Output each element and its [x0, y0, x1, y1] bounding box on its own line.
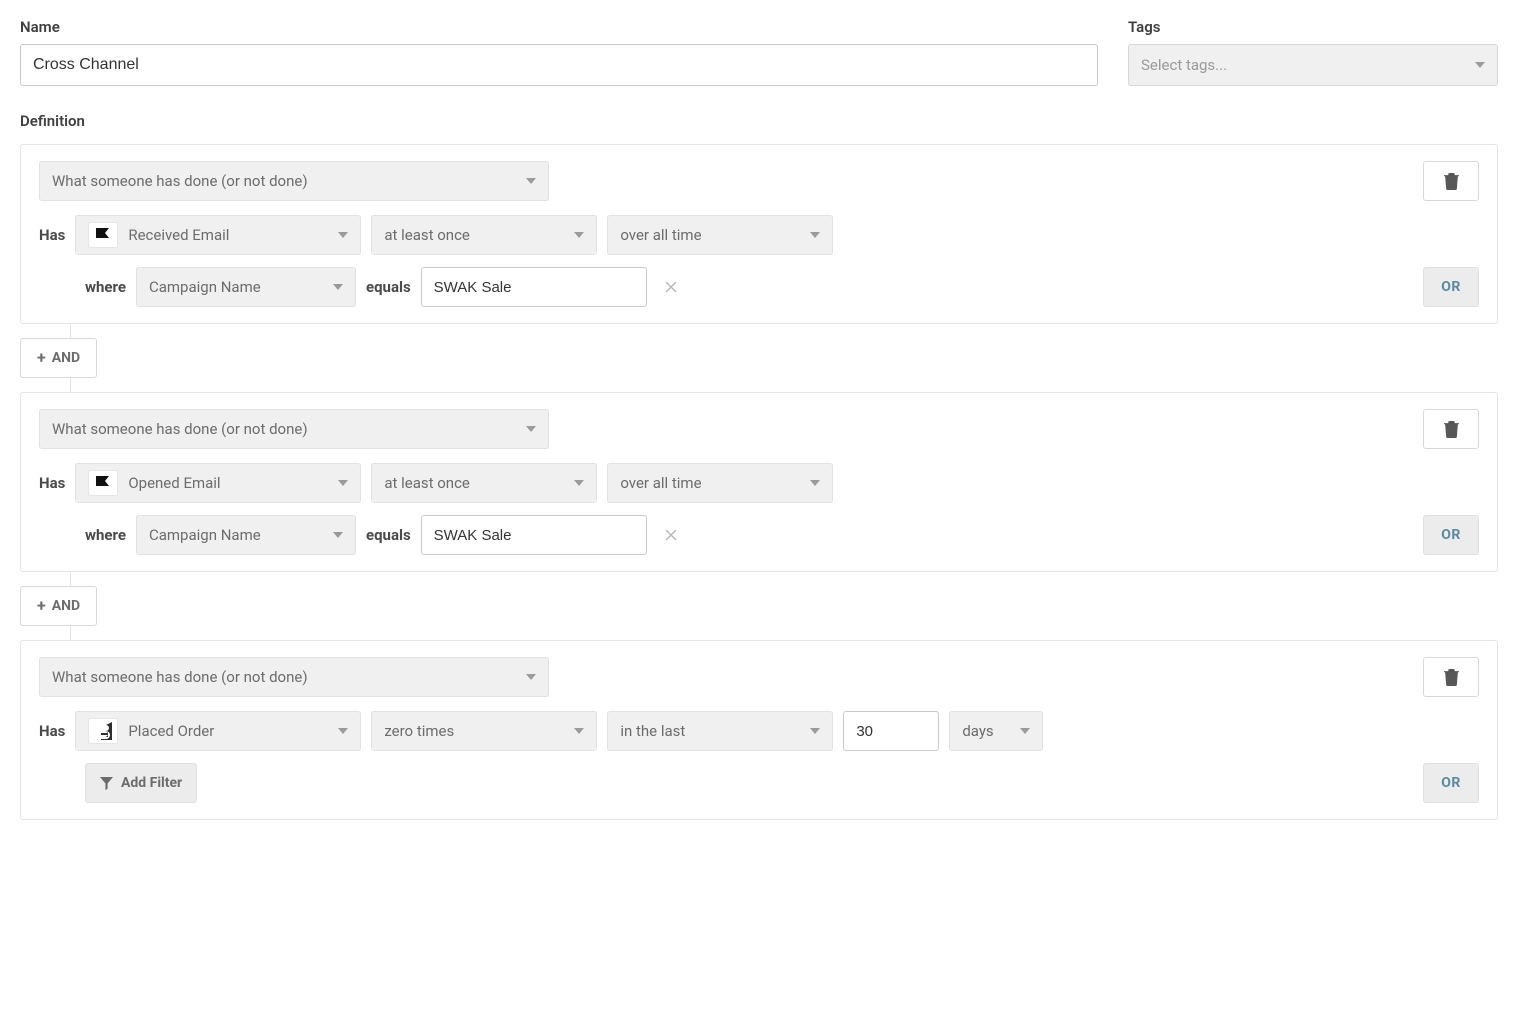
- chevron-down-icon: [810, 232, 820, 238]
- condition-block: What someone has done (or not done) Has …: [20, 144, 1498, 324]
- chevron-down-icon: [338, 232, 348, 238]
- timerange-select[interactable]: over all time: [607, 215, 833, 255]
- filter-value-input[interactable]: [421, 515, 647, 555]
- timerange-select[interactable]: in the last: [607, 711, 833, 751]
- remove-filter-button[interactable]: [657, 273, 685, 301]
- chevron-down-icon: [574, 480, 584, 486]
- chevron-down-icon: [338, 480, 348, 486]
- trash-icon: [1444, 669, 1459, 686]
- chevron-down-icon: [526, 426, 536, 432]
- event-select[interactable]: Opened Email: [75, 463, 361, 503]
- range-number-input[interactable]: [843, 711, 939, 751]
- add-filter-button[interactable]: Add Filter: [85, 763, 197, 803]
- equals-label: equals: [366, 278, 411, 296]
- klaviyo-flag-icon: [88, 222, 118, 248]
- chevron-down-icon: [333, 532, 343, 538]
- trash-icon: [1444, 421, 1459, 438]
- chevron-down-icon: [810, 728, 820, 734]
- frequency-select[interactable]: zero times: [371, 711, 597, 751]
- condition-type-select[interactable]: What someone has done (or not done): [39, 409, 549, 449]
- chevron-down-icon: [526, 178, 536, 184]
- or-button[interactable]: OR: [1423, 267, 1479, 307]
- plus-icon: +: [37, 598, 46, 614]
- definition-label: Definition: [20, 112, 1498, 130]
- close-icon: [665, 281, 677, 293]
- delete-block-button[interactable]: [1423, 161, 1479, 201]
- has-label: Has: [39, 226, 65, 244]
- trash-icon: [1444, 173, 1459, 190]
- close-icon: [665, 529, 677, 541]
- tags-label: Tags: [1128, 18, 1498, 36]
- has-label: Has: [39, 722, 65, 740]
- condition-type-select[interactable]: What someone has done (or not done): [39, 657, 549, 697]
- condition-block: What someone has done (or not done) Has …: [20, 640, 1498, 820]
- equals-label: equals: [366, 526, 411, 544]
- chevron-down-icon: [333, 284, 343, 290]
- filter-field-select[interactable]: Campaign Name: [136, 267, 356, 307]
- bigcommerce-icon: [88, 718, 118, 744]
- add-and-button[interactable]: + AND: [20, 586, 97, 626]
- delete-block-button[interactable]: [1423, 409, 1479, 449]
- chevron-down-icon: [574, 232, 584, 238]
- filter-field-select[interactable]: Campaign Name: [136, 515, 356, 555]
- range-unit-select[interactable]: days: [949, 711, 1043, 751]
- tags-placeholder: Select tags...: [1141, 56, 1227, 74]
- tags-select[interactable]: Select tags...: [1128, 44, 1498, 86]
- filter-value-input[interactable]: [421, 267, 647, 307]
- name-input[interactable]: [20, 44, 1098, 86]
- plus-icon: +: [37, 350, 46, 366]
- where-label: where: [85, 278, 126, 296]
- filter-icon: [100, 777, 113, 790]
- has-label: Has: [39, 474, 65, 492]
- chevron-down-icon: [574, 728, 584, 734]
- delete-block-button[interactable]: [1423, 657, 1479, 697]
- klaviyo-flag-icon: [88, 470, 118, 496]
- event-select[interactable]: Received Email: [75, 215, 361, 255]
- event-select[interactable]: Placed Order: [75, 711, 361, 751]
- chevron-down-icon: [1475, 62, 1485, 68]
- chevron-down-icon: [526, 674, 536, 680]
- frequency-select[interactable]: at least once: [371, 215, 597, 255]
- remove-filter-button[interactable]: [657, 521, 685, 549]
- chevron-down-icon: [1020, 728, 1030, 734]
- chevron-down-icon: [338, 728, 348, 734]
- or-button[interactable]: OR: [1423, 763, 1479, 803]
- add-and-button[interactable]: + AND: [20, 338, 97, 378]
- where-label: where: [85, 526, 126, 544]
- condition-type-select[interactable]: What someone has done (or not done): [39, 161, 549, 201]
- condition-block: What someone has done (or not done) Has …: [20, 392, 1498, 572]
- timerange-select[interactable]: over all time: [607, 463, 833, 503]
- frequency-select[interactable]: at least once: [371, 463, 597, 503]
- or-button[interactable]: OR: [1423, 515, 1479, 555]
- chevron-down-icon: [810, 480, 820, 486]
- name-label: Name: [20, 18, 1098, 36]
